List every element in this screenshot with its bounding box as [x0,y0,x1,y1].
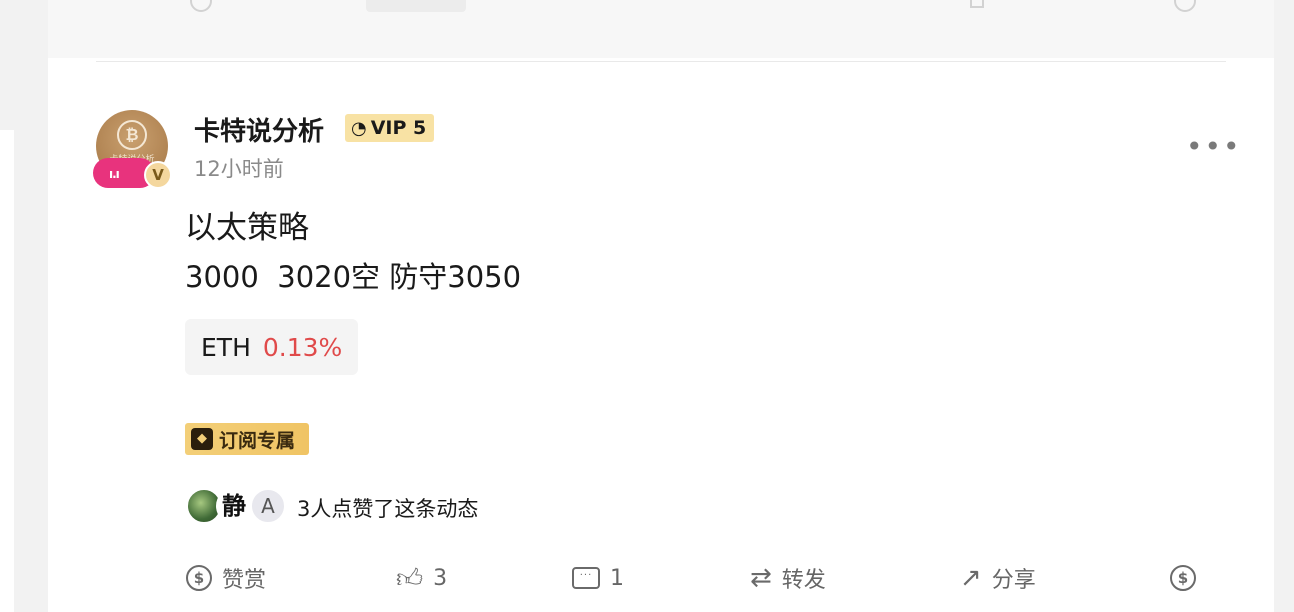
avatar-logo-icon: ₿ [117,120,147,150]
repost-button[interactable]: ⇄ 转发 [750,556,826,600]
tip-button[interactable]: $ 赞赏 [186,556,266,600]
coin-change: 0.13% [262,332,343,362]
repost-label: 转发 [781,568,826,593]
share-icon: ↗ [960,563,982,593]
repost-icon: ⇄ [750,563,772,593]
share-button[interactable]: ↗ 分享 [960,556,1036,600]
liker-avatar[interactable]: A [250,488,286,524]
liker-avatar[interactable]: 静 [216,488,252,524]
comment-count: 1 [610,565,624,591]
post-title: 以太策略 [185,210,309,246]
vip-level-icon: ◔ [351,117,367,139]
like-count: 3 [433,565,448,591]
subscription-badge[interactable]: ◆ 订阅专属 [185,423,309,455]
previous-post-footer [48,0,1274,58]
vip-badge[interactable]: ◔ VIP 5 [345,114,435,142]
verified-badge: V [144,161,172,189]
diamond-icon: ◆ [191,428,213,450]
donate-button[interactable]: $ [1170,556,1196,600]
previous-post-pill [366,0,466,12]
like-icon: 👍︎ [396,563,424,594]
coin-tag[interactable]: ETH 0.13% [185,319,358,375]
previous-post-share-icon [970,0,984,8]
previous-post-icon [190,0,212,12]
donate-icon: $ [1170,565,1196,591]
subscription-label: 订阅专属 [219,429,296,452]
more-icon[interactable]: ••• [1186,133,1242,161]
comment-icon: ··· [572,567,600,589]
author-avatar-group[interactable]: ₿ 卡特说分析 ı.ı V [93,110,176,192]
comment-button[interactable]: ··· 1 [572,556,624,600]
post-body: 3000 3020空 防守3050 [185,260,522,294]
likers-summary[interactable]: 3人点赞了这条动态 [297,493,478,523]
like-button[interactable]: 👍︎ 3 [396,556,447,600]
coin-symbol: ETH [201,332,251,362]
post-card: ₿ 卡特说分析 ı.ı V 卡特说分析 ◔ VIP 5 12小时前 ••• 以太… [48,0,1274,612]
post-time: 12小时前 [194,157,284,181]
share-label: 分享 [991,568,1036,593]
author-name[interactable]: 卡特说分析 [194,111,324,148]
tip-icon: $ [186,565,212,591]
vip-label: VIP 5 [370,117,427,139]
previous-post-donate-icon [1174,0,1196,12]
post-divider [96,61,1226,62]
tip-label: 赞赏 [222,568,267,593]
post-actions: $ 赞赏 👍︎ 3 ··· 1 ⇄ 转发 ↗ 分享 $ [48,556,1274,600]
live-icon: ı.ı [109,167,120,181]
side-panel-edge [0,130,14,612]
